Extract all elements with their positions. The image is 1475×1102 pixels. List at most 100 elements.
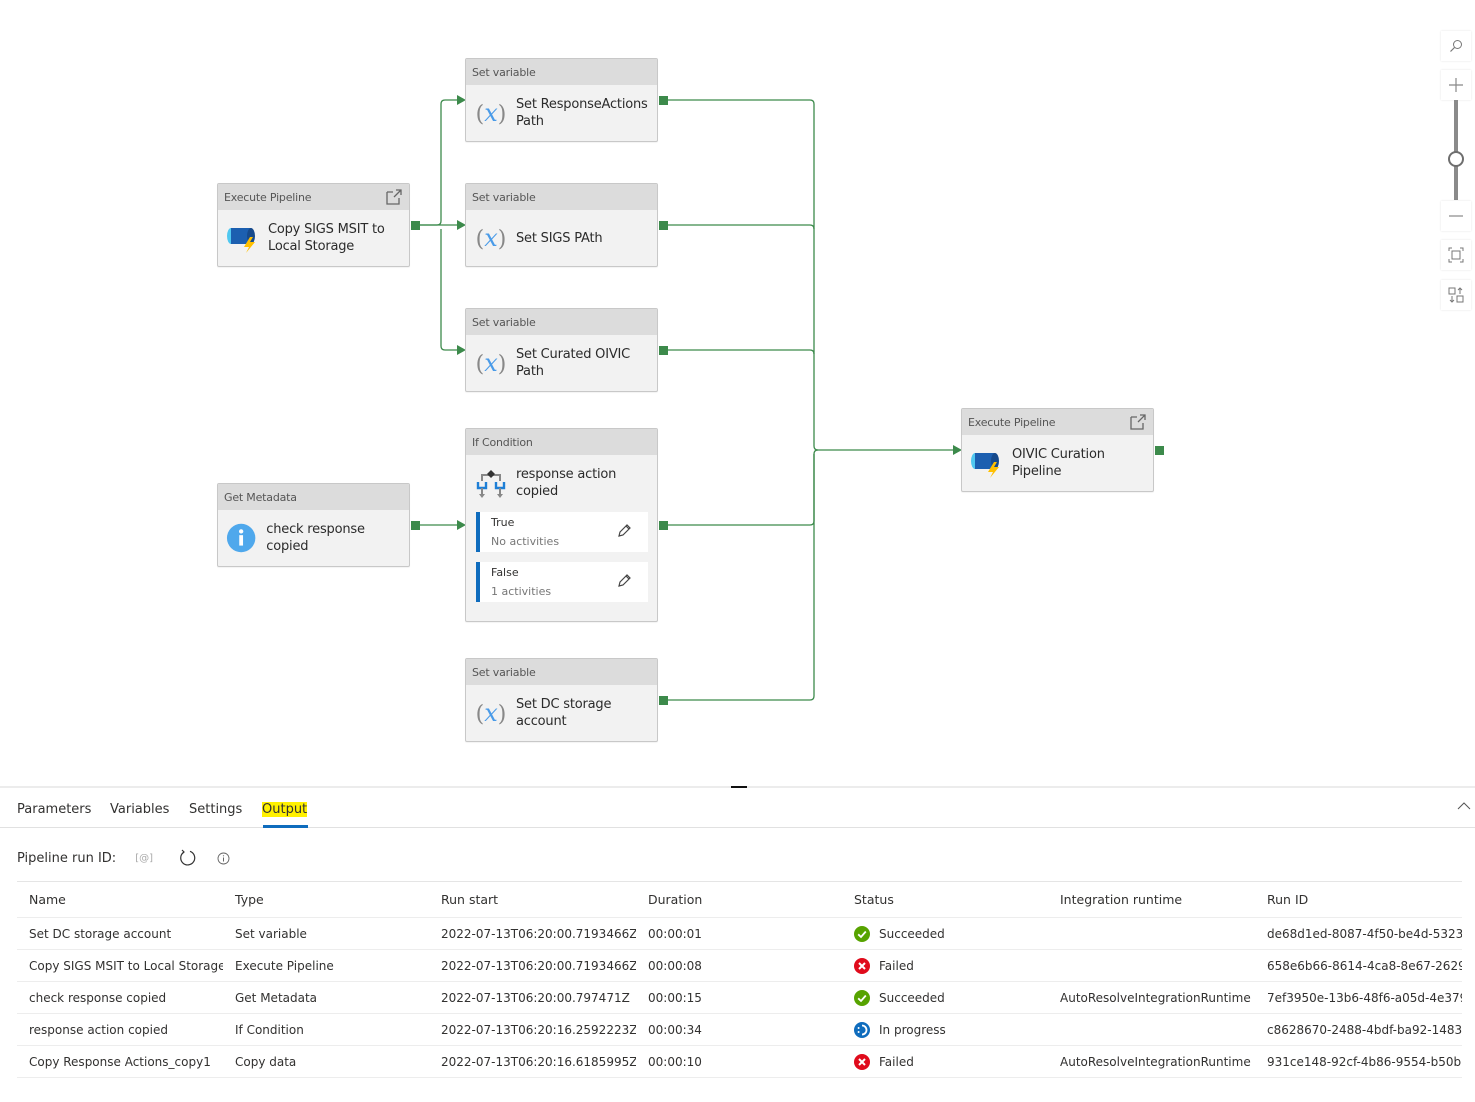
if-false-branch[interactable]: False 1 activities [476, 562, 648, 602]
copy-run-id-icon[interactable]: [@] [135, 853, 153, 864]
activity-name-line2: Path [516, 114, 544, 129]
cell-status: Failed [842, 1045, 1048, 1078]
fit-to-screen-button[interactable] [1441, 240, 1471, 270]
cell-duration: 00:00:34 [636, 1013, 842, 1046]
cell-run-id[interactable]: 658e6b66-8614-4ca8-8e67-262911 [1255, 949, 1462, 982]
edge-set-curated-out [668, 349, 815, 355]
column-header-status[interactable]: Status [842, 881, 1048, 918]
cell-run-start: 2022-07-13T06:20:16.2592223Z [429, 1013, 636, 1046]
table-row[interactable]: Copy Response Actions_copy1 Copy data 2022… [17, 1045, 1462, 1078]
cell-type: If Condition [223, 1013, 429, 1046]
success-output-port[interactable] [659, 221, 668, 230]
column-header-duration[interactable]: Duration [636, 881, 842, 918]
tab-output[interactable]: Output [262, 802, 308, 817]
activity-type-label: Set variable [466, 184, 657, 210]
activity-name-line1: check response copied [266, 522, 365, 554]
tab-label: Output [262, 802, 308, 817]
branch-activity-count: No activities [491, 535, 560, 548]
activity-copy-sigs-msit[interactable]: Execute Pipeline Copy SIGS MSIT to Local … [217, 183, 420, 267]
activity-name-line1: Set Curated OIVIC [516, 347, 631, 362]
table-row[interactable]: response action copied If Condition 2022-0… [17, 1013, 1462, 1046]
success-output-port[interactable] [659, 96, 668, 105]
column-header-run-id[interactable]: Run ID [1255, 881, 1462, 918]
activity-name-line2: Path [516, 364, 544, 379]
activity-name-line2: Pipeline [1012, 464, 1062, 479]
success-output-port[interactable] [411, 221, 420, 230]
cell-type: Copy data [223, 1045, 429, 1078]
cell-run-id[interactable]: 931ce148-92cf-4b86-9554-b50b3a [1255, 1045, 1462, 1078]
activity-name-line1: Set SIGS PAth [516, 230, 603, 246]
cell-run-id[interactable]: c8628670-2488-4bdf-ba92-1483cf [1255, 1013, 1462, 1046]
cell-type: Get Metadata [223, 981, 429, 1014]
cell-run-start: 2022-07-13T06:20:00.797471Z [429, 981, 636, 1014]
open-pipeline-icon[interactable] [385, 188, 403, 206]
tab-label: Settings [189, 802, 243, 817]
tab-variables[interactable]: Variables [110, 802, 169, 817]
search-icon [1450, 40, 1462, 52]
cell-name[interactable]: Copy SIGS MSIT to Local Storage [17, 949, 223, 982]
edge-set-response-actions-out [668, 99, 955, 451]
fit-to-screen-icon [1448, 247, 1464, 263]
activity-check-response-copied[interactable]: Get Metadata check response copied [217, 483, 420, 567]
zoom-out-button[interactable] [1441, 201, 1471, 231]
edit-pencil-icon[interactable] [616, 523, 632, 539]
cell-run-id[interactable]: 7ef3950e-13b6-48f6-a05d-4e379c [1255, 981, 1462, 1014]
activity-response-action-copied[interactable]: If Condition response action copied True … [465, 428, 668, 622]
pipeline-canvas[interactable]: Execute Pipeline Copy SIGS MSIT to Local … [0, 0, 1475, 786]
success-output-port[interactable] [1155, 446, 1164, 455]
cell-type: Execute Pipeline [223, 949, 429, 982]
activity-type-label: Set variable [466, 309, 657, 335]
pipeline-run-id-label: Pipeline run ID: [17, 850, 117, 866]
activity-set-response-actions-path[interactable]: Set variable (x) Set ResponseActions Path [465, 58, 668, 142]
info-icon[interactable] [217, 852, 230, 865]
column-header-name[interactable]: Name [17, 881, 223, 918]
activity-name-line2: account [516, 714, 567, 729]
column-header-integration-runtime[interactable]: Integration runtime [1048, 881, 1255, 918]
column-header-run-start[interactable]: Run start [429, 881, 636, 918]
activity-set-dc-storage-account[interactable]: Set variable (x) Set DC storage account [465, 658, 668, 742]
search-canvas-button[interactable] [1441, 31, 1471, 61]
cell-status: Succeeded [842, 917, 1048, 950]
collapse-panel-chevron-up-icon[interactable] [1457, 801, 1471, 811]
edit-pencil-icon[interactable] [616, 573, 632, 589]
activity-type-label: Execute Pipeline [218, 184, 409, 210]
cell-run-id[interactable]: de68d1ed-8087-4f50-be4d-5323f8 [1255, 917, 1462, 950]
success-output-port[interactable] [659, 696, 668, 705]
tab-settings[interactable]: Settings [189, 802, 242, 817]
success-output-port[interactable] [659, 346, 668, 355]
cell-name[interactable]: Copy Response Actions_copy1 [17, 1045, 223, 1078]
auto-align-button[interactable] [1441, 280, 1471, 310]
table-row[interactable]: check response copied Get Metadata 2022-07… [17, 981, 1462, 1014]
failed-status-icon [854, 1053, 870, 1070]
panel-tabs: Parameters Variables Settings Output [0, 788, 1475, 828]
if-condition-icon [476, 470, 506, 498]
open-pipeline-icon[interactable] [1129, 413, 1147, 431]
zoom-slider-track[interactable] [1454, 100, 1458, 200]
table-row[interactable]: Set DC storage account Set variable 2022-0… [17, 917, 1462, 950]
branch-activity-count: 1 activities [491, 585, 552, 598]
failed-status-icon [854, 957, 870, 974]
cell-integration-runtime: AutoResolveIntegrationRuntime [1048, 981, 1255, 1014]
success-output-port[interactable] [659, 521, 668, 530]
activity-oivic-curation-pipeline[interactable]: Execute Pipeline OIVIC Curation Pipeline [961, 408, 1164, 492]
cell-name[interactable]: Set DC storage account [17, 917, 223, 950]
in-progress-status-icon [854, 1021, 870, 1038]
zoom-slider-thumb[interactable] [1448, 151, 1464, 167]
cell-integration-runtime: AutoResolveIntegrationRuntime [1048, 1045, 1255, 1078]
cell-name[interactable]: check response copied [17, 981, 223, 1014]
refresh-icon[interactable] [179, 849, 197, 867]
tab-parameters[interactable]: Parameters [17, 802, 91, 817]
zoom-out-icon [1449, 215, 1463, 217]
zoom-in-button[interactable] [1441, 70, 1471, 100]
cell-name[interactable]: response action copied [17, 1013, 223, 1046]
variable-icon: (x) [475, 699, 507, 727]
success-output-port[interactable] [411, 521, 420, 530]
execute-pipeline-icon [227, 228, 255, 253]
if-true-branch[interactable]: True No activities [476, 512, 648, 552]
info-icon [226, 523, 256, 553]
table-row[interactable]: Copy SIGS MSIT to Local Storage Execute P… [17, 949, 1462, 982]
activity-set-sigs-path[interactable]: Set variable (x) Set SIGS PAth [465, 183, 668, 267]
branch-label: True [491, 516, 515, 529]
column-header-type[interactable]: Type [223, 881, 429, 918]
activity-set-curated-oivic-path[interactable]: Set variable (x) Set Curated OIVIC Path [465, 308, 668, 392]
